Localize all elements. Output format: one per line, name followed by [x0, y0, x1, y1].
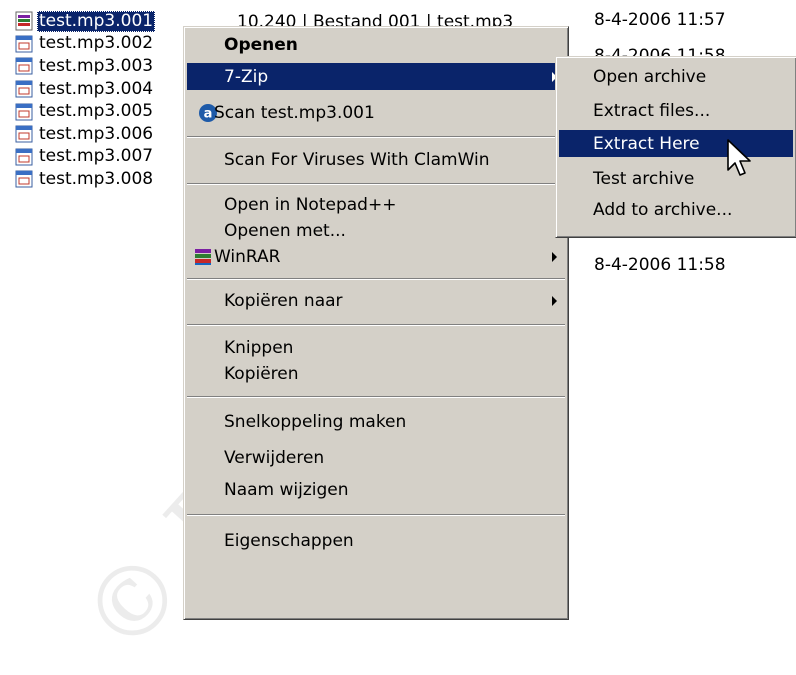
- context-menu: Openen 7-Zip a Scan test.mp3.001 Scan Fo…: [183, 26, 569, 620]
- menu-item-7zip[interactable]: 7-Zip: [187, 63, 565, 90]
- file-row[interactable]: test.mp3.004: [14, 78, 155, 101]
- menu-item-cut[interactable]: Knippen: [187, 334, 565, 361]
- submenu-item-test-archive[interactable]: Test archive: [559, 165, 793, 192]
- file-name: test.mp3.005: [39, 101, 154, 122]
- file-list: test.mp3.001 test.mp3.002 test.mp3.003 t…: [14, 10, 156, 191]
- file-name: test.mp3.007: [39, 146, 154, 167]
- winrar-icon: [195, 249, 211, 265]
- date-modified: 8-4-2006 11:58: [594, 255, 726, 275]
- file-icon: [15, 170, 33, 188]
- file-icon: [15, 125, 33, 143]
- menu-separator: [187, 514, 565, 516]
- menu-separator: [187, 324, 565, 326]
- menu-item-create-shortcut[interactable]: Snelkoppeling maken: [187, 408, 565, 435]
- file-icon: [15, 148, 33, 166]
- menu-item-winrar[interactable]: WinRAR: [187, 243, 565, 270]
- file-row[interactable]: test.mp3.003: [14, 55, 155, 78]
- menu-item-properties[interactable]: Eigenschappen: [187, 527, 565, 554]
- menu-separator: [187, 183, 565, 185]
- file-row[interactable]: test.mp3.005: [14, 100, 155, 123]
- submenu-item-extract-files[interactable]: Extract files...: [559, 97, 793, 124]
- menu-separator: [187, 136, 565, 138]
- menu-separator: [187, 278, 565, 280]
- menu-item-open[interactable]: Openen: [187, 31, 565, 58]
- menu-item-clamwin[interactable]: Scan For Viruses With ClamWin: [187, 146, 565, 173]
- file-name: test.mp3.002: [39, 33, 154, 54]
- date-modified: 8-4-2006 11:57: [594, 10, 726, 30]
- menu-item-delete[interactable]: Verwijderen: [187, 444, 565, 471]
- submenu-item-open-archive[interactable]: Open archive: [559, 63, 793, 90]
- file-icon: [15, 57, 33, 75]
- menu-item-rename[interactable]: Naam wijzigen: [187, 476, 565, 503]
- file-name: test.mp3.008: [39, 168, 154, 189]
- file-icon: [15, 80, 33, 98]
- file-name: test.mp3.004: [39, 78, 154, 99]
- svg-text:a: a: [204, 107, 213, 122]
- submenu-item-extract-here[interactable]: Extract Here: [559, 130, 793, 157]
- menu-separator: [187, 396, 565, 398]
- mouse-pointer-icon: [727, 139, 751, 176]
- winrar-archive-icon: [15, 11, 33, 31]
- file-row[interactable]: test.mp3.008: [14, 168, 155, 191]
- menu-item-open-with[interactable]: Openen met...: [187, 217, 565, 244]
- menu-item-copy-to[interactable]: Kopiëren naar: [187, 287, 565, 314]
- file-icon: [15, 103, 33, 121]
- menu-item-notepad[interactable]: Open in Notepad++: [187, 191, 565, 218]
- submenu-arrow-icon: [552, 252, 557, 262]
- file-icon: [15, 35, 33, 53]
- file-name: test.mp3.003: [39, 55, 154, 76]
- menu-item-copy[interactable]: Kopiëren: [187, 360, 565, 387]
- date-modified-partial: 8-4-2006 11:58: [594, 46, 726, 56]
- submenu-7zip: Open archive Extract files... Extract He…: [555, 56, 796, 238]
- file-name: test.mp3.001: [37, 10, 156, 32]
- submenu-item-add-to-archive[interactable]: Add to archive...: [559, 196, 793, 223]
- file-name: test.mp3.006: [39, 123, 154, 144]
- submenu-arrow-icon: [552, 296, 557, 306]
- menu-item-scan[interactable]: a Scan test.mp3.001: [187, 99, 565, 126]
- file-row[interactable]: test.mp3.002: [14, 33, 155, 56]
- file-row[interactable]: test.mp3.007: [14, 146, 155, 169]
- file-row[interactable]: test.mp3.006: [14, 123, 155, 146]
- file-row[interactable]: test.mp3.001: [14, 10, 156, 33]
